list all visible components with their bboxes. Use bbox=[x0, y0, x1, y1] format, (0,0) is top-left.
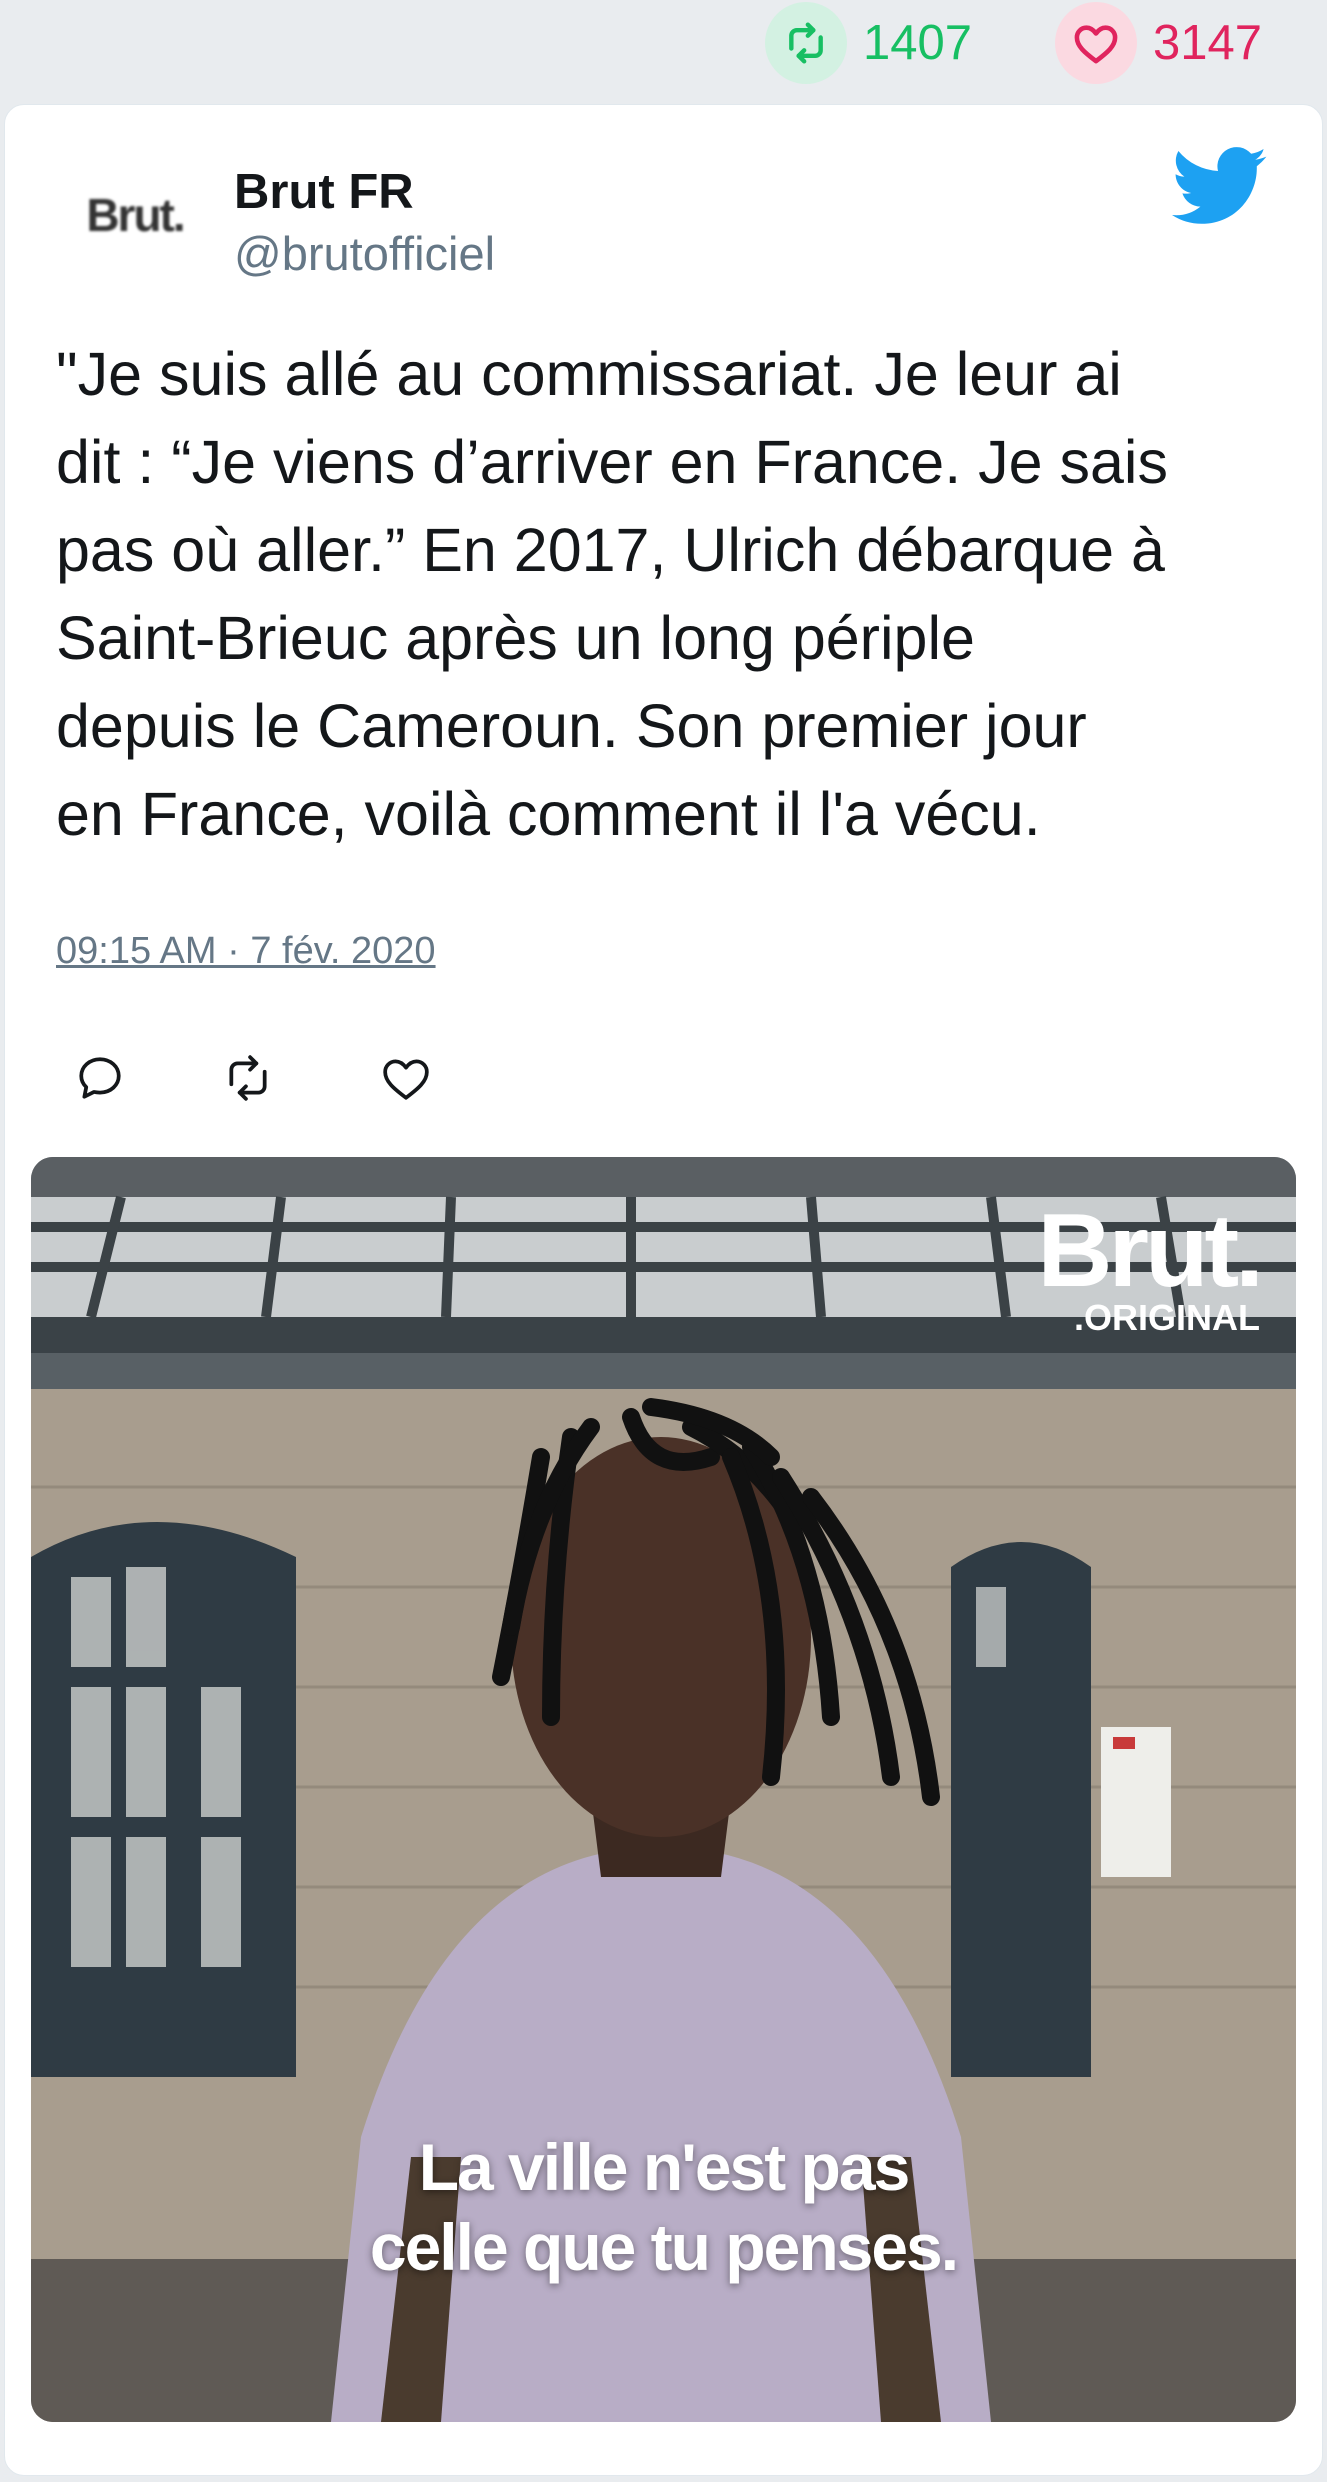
heart-icon bbox=[1074, 25, 1118, 64]
tweet-text-line: dit : “Je viens d’arriver en France. Je … bbox=[56, 428, 1168, 496]
retweet-stat[interactable]: 1407 bbox=[765, 2, 973, 84]
video-caption: La ville n'est pas celle que tu penses. bbox=[31, 2127, 1296, 2287]
video-caption-line: celle que tu penses. bbox=[369, 2210, 959, 2284]
retweet-icon bbox=[789, 22, 823, 64]
tweet-text: "Je suis allé au commissariat. Je leur a… bbox=[56, 330, 1286, 858]
retweet-stat-icon-bg bbox=[765, 2, 847, 84]
video-caption-line: La ville n'est pas bbox=[418, 2130, 911, 2204]
tweet-text-line: pas où aller.” En 2017, Ulrich débarque … bbox=[56, 516, 1165, 584]
user-handle[interactable]: @brutofficiel bbox=[234, 226, 495, 281]
like-stat[interactable]: 3147 bbox=[1055, 2, 1263, 84]
like-button[interactable] bbox=[376, 1048, 436, 1108]
tweet-text-line: en France, voilà comment il l'a vécu. bbox=[56, 780, 1041, 848]
tweet-media-video[interactable]: Brut. .ORIGINAL La ville n'est pas celle… bbox=[31, 1157, 1296, 2422]
avatar-logo-text: Brut. bbox=[86, 189, 185, 241]
like-stat-icon-bg bbox=[1055, 2, 1137, 84]
retweet-button[interactable] bbox=[218, 1048, 278, 1108]
tweet-text-line: Saint-Brieuc après un long périple bbox=[56, 604, 975, 672]
tweet-timestamp-link[interactable]: 09:15 AM · 7 fév. 2020 bbox=[56, 930, 436, 973]
retweet-count: 1407 bbox=[863, 16, 973, 70]
like-count: 3147 bbox=[1153, 16, 1263, 70]
reply-icon bbox=[79, 1057, 121, 1099]
brut-original-logo: Brut. .ORIGINAL bbox=[1037, 1193, 1264, 1339]
tweet-text-line: depuis le Cameroun. Son premier jour bbox=[56, 692, 1087, 760]
tweet-stats-bar: 1407 3147 bbox=[0, 0, 1327, 100]
avatar[interactable]: Brut. bbox=[70, 165, 200, 265]
retweet-icon bbox=[229, 1055, 267, 1101]
brut-logo-word: Brut. bbox=[1037, 1193, 1264, 1309]
tweet-text-line: "Je suis allé au commissariat. Je leur a… bbox=[56, 340, 1122, 408]
display-name[interactable]: Brut FR bbox=[234, 164, 414, 220]
twitter-bird-icon[interactable] bbox=[1172, 145, 1268, 229]
heart-icon bbox=[383, 1059, 429, 1100]
reply-button[interactable] bbox=[70, 1048, 130, 1108]
